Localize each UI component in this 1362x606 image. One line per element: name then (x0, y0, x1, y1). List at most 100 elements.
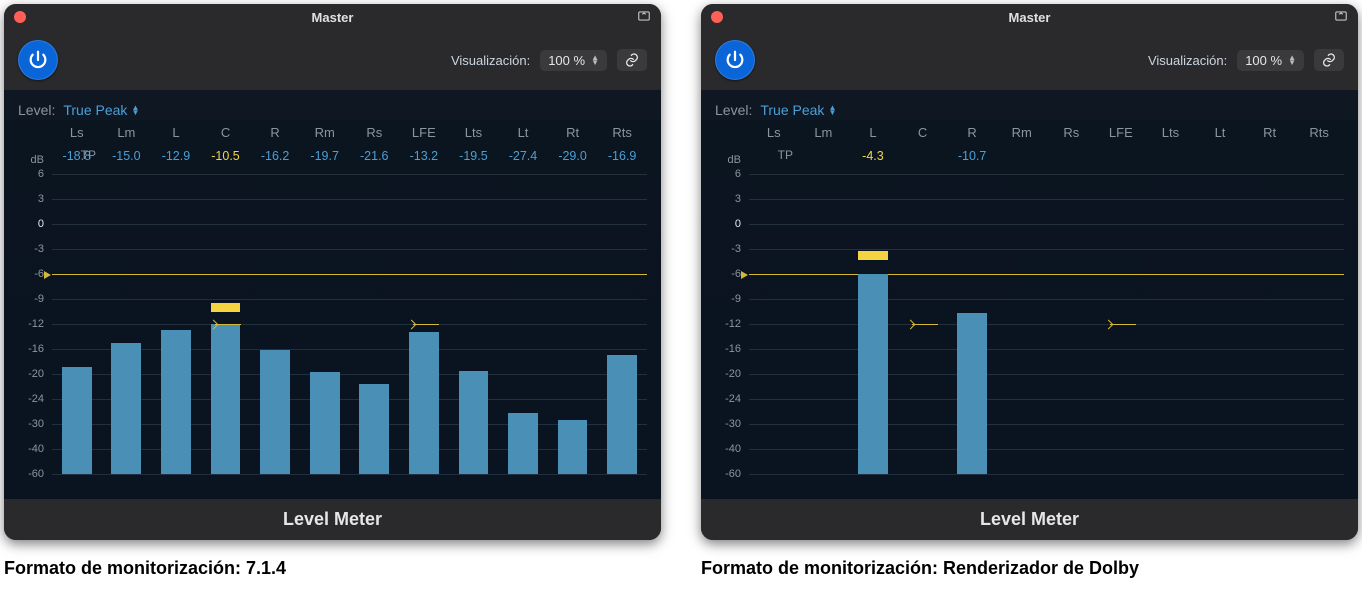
channel-label: Lt (1195, 125, 1245, 140)
channel-meter (102, 174, 152, 474)
y-tick-label: -6 (731, 268, 741, 280)
level-mode-value: True Peak (760, 102, 824, 118)
visualization-dropdown[interactable]: 100 %▲▼ (1237, 50, 1304, 71)
db-axis-label: dB (728, 154, 741, 166)
threshold-handle-icon[interactable] (741, 271, 748, 279)
channel-label: Ls (52, 125, 102, 140)
channel-meter (947, 174, 997, 474)
plugin-toolbar: Visualización: 100 %▲▼ (4, 30, 661, 90)
channel-meter (52, 174, 102, 474)
true-peak-value: -4.3 (848, 149, 898, 163)
channel-threshold-icon[interactable] (1105, 321, 1136, 328)
level-mode-row: Level:True Peak▲▼ (701, 90, 1358, 120)
channel-meter (349, 174, 399, 474)
visualization-dropdown[interactable]: 100 %▲▼ (540, 50, 607, 71)
channel-meter (300, 174, 350, 474)
channel-threshold-icon[interactable] (408, 321, 439, 328)
channel-label: Ls (749, 125, 799, 140)
y-tick-label: -12 (28, 318, 44, 330)
level-bar (508, 413, 538, 474)
true-peak-value: -19.7 (300, 149, 350, 163)
true-peak-value: -12.9 (151, 149, 201, 163)
threshold-handle-icon[interactable] (44, 271, 51, 279)
channel-meter (898, 174, 948, 474)
y-tick-label: -16 (28, 343, 44, 355)
y-tick-label: 0 (38, 218, 44, 230)
level-meter-panel: Master Visualización: 100 %▲▼ Level:True Pe… (4, 4, 661, 540)
channel-label: R (250, 125, 300, 140)
level-bar (310, 372, 340, 474)
panel-caption: Formato de monitorización: Renderizador … (701, 558, 1358, 579)
channel-threshold-icon[interactable] (210, 321, 241, 328)
level-bar (62, 367, 92, 475)
link-button[interactable] (1314, 49, 1344, 71)
channel-meter (1294, 174, 1344, 474)
meter-bars (749, 174, 1344, 474)
y-tick-label: 6 (735, 168, 741, 180)
channel-label: Lts (1146, 125, 1196, 140)
level-mode-value: True Peak (63, 102, 127, 118)
level-mode-dropdown[interactable]: True Peak▲▼ (760, 102, 836, 118)
meter-area: LsLmLCRRmRsLFELtsLtRtRtsTP-18.8-15.0-12.… (4, 120, 661, 499)
channel-label: Lm (102, 125, 152, 140)
y-tick-label: 3 (735, 193, 741, 205)
level-bar (957, 313, 987, 474)
window-titlebar: Master (4, 4, 661, 30)
channel-threshold-icon[interactable] (907, 321, 938, 328)
channel-label: C (898, 125, 948, 140)
y-tick-label: -60 (28, 468, 44, 480)
channel-label: Rts (1294, 125, 1344, 140)
channel-label: Lt (498, 125, 548, 140)
y-tick-label: -24 (725, 393, 741, 405)
y-tick-label: -9 (34, 293, 44, 305)
channel-meter (201, 174, 251, 474)
y-tick-label: -24 (28, 393, 44, 405)
link-button[interactable] (617, 49, 647, 71)
true-peak-value: -10.5 (201, 149, 251, 163)
channel-label: LFE (399, 125, 449, 140)
true-peak-row: -18.8-15.0-12.9-10.5-16.2-19.7-21.6-13.2… (52, 144, 647, 168)
y-tick-label: -40 (725, 443, 741, 455)
y-tick-label: 6 (38, 168, 44, 180)
visualization-value: 100 % (548, 53, 585, 68)
power-button[interactable] (18, 40, 58, 80)
y-tick-label: -12 (725, 318, 741, 330)
visualization-label: Visualización: (1148, 53, 1227, 68)
level-bar (607, 355, 637, 474)
power-button[interactable] (715, 40, 755, 80)
visualization-label: Visualización: (451, 53, 530, 68)
true-peak-value: -16.2 (250, 149, 300, 163)
y-tick-label: -9 (731, 293, 741, 305)
channel-meter (997, 174, 1047, 474)
tp-row-label: TP (749, 148, 797, 162)
level-bar (161, 330, 191, 474)
y-tick-label: 0 (735, 218, 741, 230)
window-titlebar: Master (701, 4, 1358, 30)
channel-meter (151, 174, 201, 474)
level-bar (409, 332, 439, 475)
level-bar (111, 343, 141, 474)
channel-label: Rt (548, 125, 598, 140)
meter-bars (52, 174, 647, 474)
channel-label: LFE (1096, 125, 1146, 140)
channel-meter (597, 174, 647, 474)
plugin-name: Level Meter (4, 499, 661, 540)
level-meter-panel: Master Visualización: 100 %▲▼ Level:True Pe… (701, 4, 1358, 540)
level-mode-row: Level:True Peak▲▼ (4, 90, 661, 120)
channel-label: Rm (300, 125, 350, 140)
peak-indicator (211, 303, 241, 312)
plugin-name: Level Meter (701, 499, 1358, 540)
true-peak-value: -16.9 (597, 149, 647, 163)
level-mode-dropdown[interactable]: True Peak▲▼ (63, 102, 139, 118)
channel-label: C (201, 125, 251, 140)
channel-meter (799, 174, 849, 474)
y-tick-label: -20 (28, 368, 44, 380)
true-peak-row: -4.3-10.7 (749, 144, 1344, 168)
channel-header-row: LsLmLCRRmRsLFELtsLtRtRts (749, 120, 1344, 144)
true-peak-value: -27.4 (498, 149, 548, 163)
true-peak-value: -15.0 (102, 149, 152, 163)
y-tick-label: -6 (34, 268, 44, 280)
tp-row-label: TP (52, 148, 100, 162)
window-title: Master (701, 10, 1358, 25)
peak-indicator (858, 251, 888, 260)
